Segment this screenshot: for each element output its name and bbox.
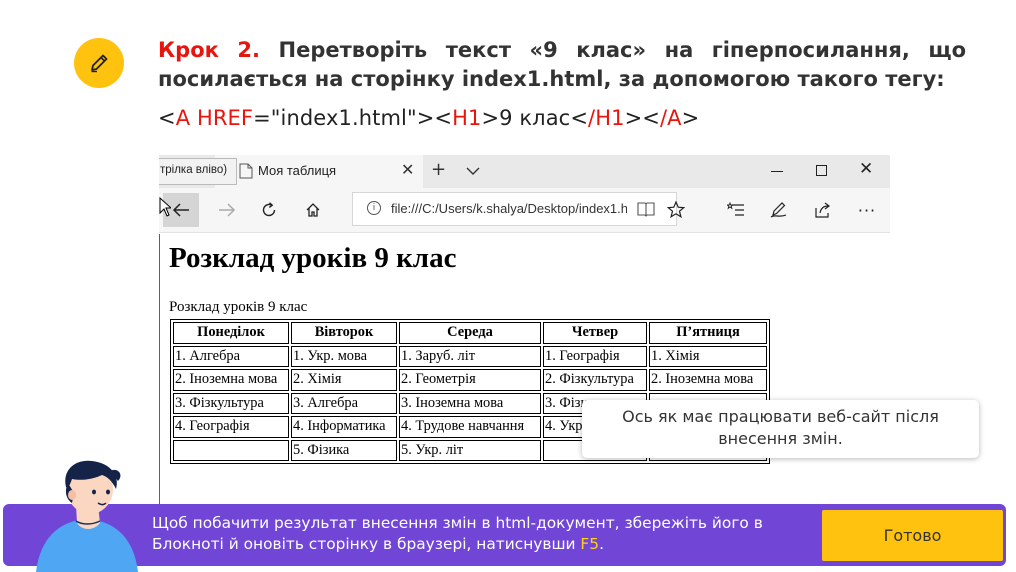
table-cell: 1. Географія xyxy=(543,345,647,367)
minimize-icon[interactable] xyxy=(771,171,783,172)
table-cell: 3. Фізкультура xyxy=(173,392,289,414)
table-caption: Розклад уроків 9 клас xyxy=(169,299,308,315)
table-cell: 2. Фізкультура xyxy=(543,369,647,391)
ready-button[interactable]: Готово xyxy=(822,510,1003,561)
back-button-tooltip: трілка вліво) xyxy=(159,158,237,185)
home-button[interactable] xyxy=(295,193,331,227)
lesson-page: Крок 2. Перетворіть текст «9 клас» на гі… xyxy=(0,0,1016,572)
info-icon[interactable]: i xyxy=(367,201,381,215)
hint-popup: Ось як має працювати веб-сайт після внес… xyxy=(582,400,979,458)
window-close-icon[interactable]: ✕ xyxy=(859,159,873,179)
step-pencil-badge xyxy=(74,38,124,88)
table-cell: 4. Географія xyxy=(173,416,289,438)
cut-off-top-line xyxy=(60,0,460,2)
more-button[interactable]: ··· xyxy=(849,193,885,227)
table-cell: 5. Укр. літ xyxy=(399,439,541,461)
address-url[interactable]: file:///C:/Users/k.shalya/Desktop/index1… xyxy=(391,201,627,216)
reading-view-icon[interactable] xyxy=(637,201,655,217)
share-icon xyxy=(815,202,830,218)
table-cell: 4. Трудове навчання xyxy=(399,416,541,438)
step-instruction: Крок 2. Перетворіть текст «9 клас» на гі… xyxy=(158,36,966,94)
step-label: Крок 2. xyxy=(158,38,260,62)
star-icon[interactable] xyxy=(667,201,685,218)
pencil-icon xyxy=(91,54,108,73)
chevron-down-icon[interactable] xyxy=(465,163,481,179)
table-cell: 2. Іноземна мова xyxy=(649,369,767,391)
table-cell: 2. Іноземна мова xyxy=(173,369,289,391)
favorites-list-button[interactable] xyxy=(718,193,754,227)
table-cell: 1. Алгебра xyxy=(173,345,289,367)
f5-key-label: F5 xyxy=(580,535,600,553)
refresh-button[interactable] xyxy=(251,193,287,227)
table-header-cell: Середа xyxy=(399,322,541,344)
maximize-icon[interactable] xyxy=(816,165,827,176)
tab-title: Моя таблиця xyxy=(258,163,337,178)
arrow-left-icon xyxy=(172,203,189,217)
code-between: >< xyxy=(624,106,660,130)
feedback-text-main: Щоб побачити результат внесення змін в h… xyxy=(152,514,763,553)
code-snippet: <A HREF="index1.html"><H1>9 клас</H1></A… xyxy=(158,106,699,130)
table-cell: 2. Геометрія xyxy=(399,369,541,391)
table-cell: 1. Заруб. літ xyxy=(399,345,541,367)
browser-tab-strip: Моя таблиця ✕ трілка вліво) + ✕ xyxy=(159,155,890,188)
step-body: Перетворіть текст «9 клас» на гіперпосил… xyxy=(158,38,967,91)
table-header-row: Понеділок Вівторок Середа Четвер П’ятниц… xyxy=(173,322,767,344)
student-avatar xyxy=(36,460,138,572)
plus-icon[interactable]: + xyxy=(431,159,446,180)
code-end-bracket: > xyxy=(681,106,700,130)
home-icon xyxy=(306,203,320,217)
feedback-bar: Щоб побачити результат внесення змін в h… xyxy=(3,504,1006,566)
table-cell: 3. Алгебра xyxy=(291,392,397,414)
refresh-icon xyxy=(262,202,276,217)
mouse-cursor-icon xyxy=(159,197,171,217)
code-tag-h1-close: /H1 xyxy=(588,106,625,130)
table-header-cell: Понеділок xyxy=(173,322,289,344)
reading-list-icon xyxy=(727,202,744,216)
table-cell: 4. Інформатика xyxy=(291,416,397,438)
table-header-cell: П’ятниця xyxy=(649,322,767,344)
page-heading: Розклад уроків 9 клас xyxy=(169,242,457,274)
table-row: 1. Алгебра 1. Укр. мова 1. Заруб. літ 1.… xyxy=(173,345,767,367)
arrow-right-icon xyxy=(219,203,236,217)
table-header-cell: Вівторок xyxy=(291,322,397,344)
code-bracket: < xyxy=(158,106,176,130)
code-inner-text: >9 клас< xyxy=(481,106,589,130)
close-icon[interactable]: ✕ xyxy=(401,160,414,179)
feedback-text: Щоб побачити результат внесення змін в h… xyxy=(152,513,802,555)
table-cell: 3. Іноземна мова xyxy=(399,392,541,414)
more-icon: ··· xyxy=(857,200,877,220)
code-tag-a: A HREF xyxy=(175,106,254,130)
table-cell: 2. Хімія xyxy=(291,369,397,391)
table-row: 2. Іноземна мова 2. Хімія 2. Геометрія 2… xyxy=(173,369,767,391)
browser-page-content: Розклад уроків 9 клас Розклад уроків 9 к… xyxy=(159,234,890,505)
table-cell: 1. Укр. мова xyxy=(291,345,397,367)
share-button[interactable] xyxy=(805,193,841,227)
code-tag-h1: H1 xyxy=(452,106,482,130)
forward-button[interactable] xyxy=(209,193,245,227)
table-header-cell: Четвер xyxy=(543,322,647,344)
notes-button[interactable] xyxy=(761,193,797,227)
code-attr-value: ="index1.html">< xyxy=(253,106,453,130)
table-cell xyxy=(173,439,289,461)
table-cell: 5. Фізика xyxy=(291,439,397,461)
feedback-text-end: . xyxy=(599,535,604,553)
pen-icon xyxy=(770,202,787,218)
page-tab-icon xyxy=(239,163,253,179)
table-cell: 1. Хімія xyxy=(649,345,767,367)
address-bar[interactable]: i file:///C:/Users/k.shalya/Desktop/inde… xyxy=(352,192,677,226)
code-tag-a-close: /A xyxy=(659,106,682,130)
